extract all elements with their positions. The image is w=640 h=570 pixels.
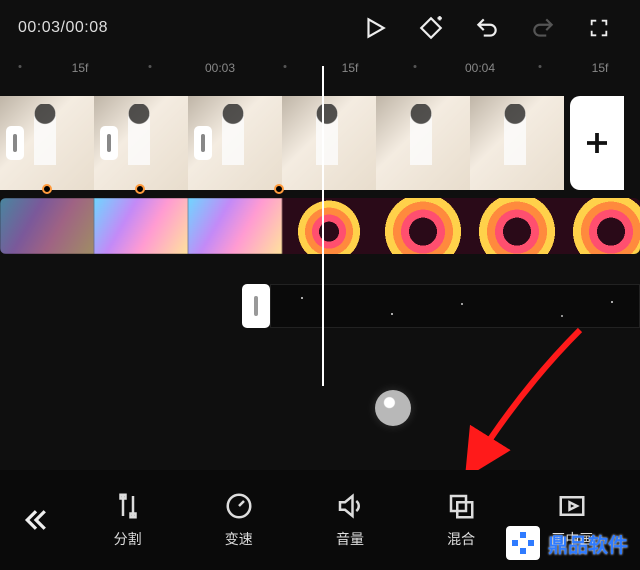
pip-icon	[557, 491, 587, 521]
volume-icon	[335, 491, 365, 521]
effect-clip[interactable]	[282, 198, 376, 254]
tool-speed[interactable]: 变速	[199, 491, 279, 549]
watermark-logo-icon	[506, 526, 540, 560]
tool-label: 分割	[114, 529, 142, 549]
add-keyframe-button[interactable]	[408, 5, 454, 51]
blend-icon	[446, 491, 476, 521]
effect-track[interactable]	[0, 198, 640, 254]
ruler-mark: 15f	[592, 61, 609, 75]
playhead[interactable]	[322, 66, 324, 386]
clip-trim-handle[interactable]	[194, 126, 212, 160]
effect-clip[interactable]	[376, 198, 470, 254]
fullscreen-icon	[588, 17, 610, 39]
cursor-indicator	[375, 390, 411, 426]
speed-icon	[224, 491, 254, 521]
ruler-mark: 15f	[72, 61, 89, 75]
transition-marker[interactable]	[274, 184, 284, 194]
undo-button[interactable]	[464, 5, 510, 51]
effect-clip[interactable]	[94, 198, 188, 254]
redo-icon	[530, 15, 556, 41]
add-clip-button[interactable]	[570, 96, 624, 190]
tool-split[interactable]: 分割	[88, 491, 168, 549]
tool-label: 混合	[447, 529, 475, 549]
timeline-ruler[interactable]: 15f 00:03 15f 00:04 15f	[0, 56, 640, 82]
video-clip[interactable]	[0, 96, 94, 190]
plus-icon	[582, 128, 612, 158]
ruler-mark: 15f	[342, 61, 359, 75]
tool-label: 变速	[225, 529, 253, 549]
video-clip[interactable]	[188, 96, 282, 190]
top-toolbar: 00:03/00:08	[0, 0, 640, 56]
split-icon	[113, 491, 143, 521]
tool-volume[interactable]: 音量	[310, 491, 390, 549]
video-clip[interactable]	[376, 96, 470, 190]
transition-marker[interactable]	[135, 184, 145, 194]
overlay-track[interactable]	[0, 284, 640, 328]
back-button[interactable]	[0, 470, 72, 570]
effect-clip[interactable]	[470, 198, 564, 254]
time-total: 00:08	[66, 19, 109, 36]
undo-icon	[474, 15, 500, 41]
transition-marker[interactable]	[42, 184, 52, 194]
chevron-double-left-icon	[21, 505, 51, 535]
video-clip[interactable]	[470, 96, 564, 190]
transition-row	[0, 188, 640, 196]
keyframe-add-icon	[418, 15, 444, 41]
redo-button[interactable]	[520, 5, 566, 51]
overlay-clip[interactable]	[270, 284, 640, 328]
video-track[interactable]	[0, 96, 640, 190]
play-icon	[362, 15, 388, 41]
timeline-area[interactable]	[0, 96, 640, 356]
fullscreen-button[interactable]	[576, 5, 622, 51]
clip-trim-handle[interactable]	[6, 126, 24, 160]
tool-blend[interactable]: 混合	[421, 491, 501, 549]
play-button[interactable]	[352, 5, 398, 51]
effect-clip[interactable]	[564, 198, 640, 254]
ruler-mark: 00:03	[205, 61, 235, 75]
time-counter: 00:03/00:08	[18, 19, 108, 37]
effect-clip[interactable]	[188, 198, 282, 254]
tool-label: 音量	[336, 529, 364, 549]
effect-clip[interactable]	[0, 198, 94, 254]
video-clip[interactable]	[94, 96, 188, 190]
watermark: 鼎品软件	[500, 522, 634, 564]
overlay-trim-handle[interactable]	[242, 284, 270, 328]
watermark-text: 鼎品软件	[548, 529, 628, 558]
video-clip[interactable]	[282, 96, 376, 190]
clip-trim-handle[interactable]	[100, 126, 118, 160]
ruler-mark: 00:04	[465, 61, 495, 75]
time-current: 00:03	[18, 19, 61, 36]
